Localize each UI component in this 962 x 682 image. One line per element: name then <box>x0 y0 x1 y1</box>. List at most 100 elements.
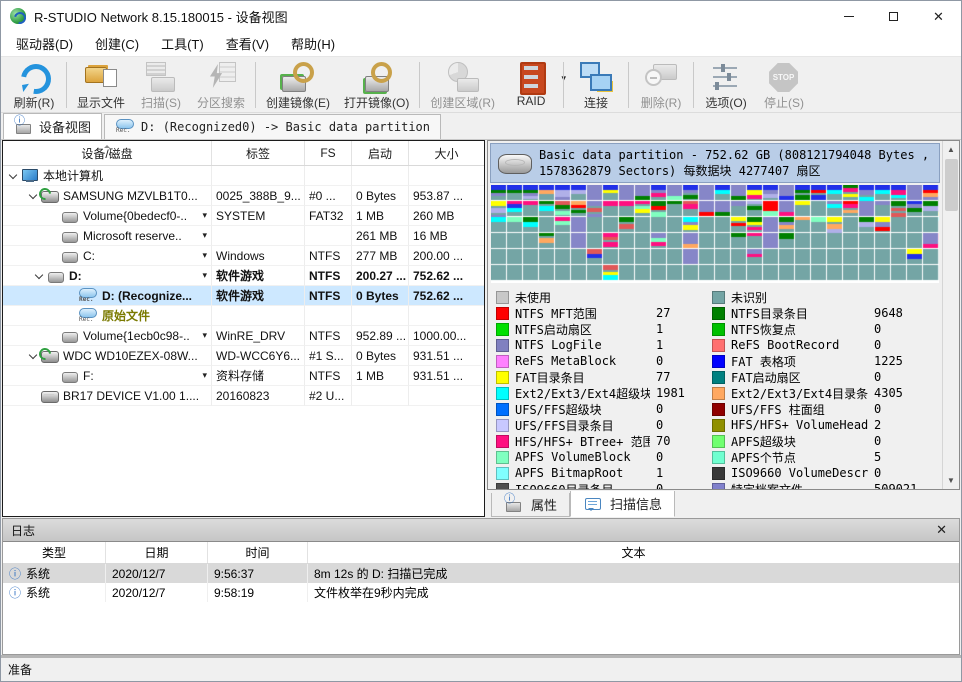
menu-drive[interactable]: 驱动器(D) <box>5 30 84 57</box>
mount-dropdown-icon[interactable]: ▾ <box>202 230 209 241</box>
log-row[interactable]: ⓘ系统 2020/12/7 9:58:19 文件枚举在9秒内完成 <box>3 583 959 602</box>
scan-block-map-wrap[interactable] <box>491 185 939 283</box>
expander-chevron-icon[interactable] <box>33 269 46 282</box>
size-cell: 16 MB <box>409 226 484 246</box>
tab-scan-information[interactable]: 扫描信息 <box>570 491 675 517</box>
legend-count: 509021 <box>874 482 938 490</box>
tree-row[interactable]: Microsoft reserve.. ▾ 261 MB 16 MB <box>3 226 484 246</box>
open-image-button[interactable]: 打开镜像(O) <box>337 59 416 111</box>
tree-row[interactable]: D: (Recognize... 软件游戏 NTFS 0 Bytes 752.6… <box>3 286 484 306</box>
legend-swatch <box>496 323 509 336</box>
refresh-button[interactable]: 刷新(R) <box>5 59 63 111</box>
legend-count: 9648 <box>874 306 938 320</box>
expander-chevron-icon[interactable] <box>7 169 20 182</box>
tree-row[interactable]: 本地计算机 <box>3 166 484 186</box>
legend-swatch <box>496 291 509 304</box>
tree-row[interactable]: Volume{1ecb0c98-.. ▾ WinRE_DRV NTFS 952.… <box>3 326 484 346</box>
maximize-button[interactable] <box>871 1 916 31</box>
toolbar-label: 停止(S) <box>764 94 804 111</box>
legend-count: 0 <box>874 434 938 448</box>
column-size[interactable]: 大小 <box>409 141 484 165</box>
legend-label: ReFS BootRecord <box>731 338 839 352</box>
start-cell <box>352 306 409 326</box>
legend-item: ISO9660目录条目 0 <box>496 481 712 490</box>
scan-panel-scrollbar[interactable]: ▲ ▼ <box>942 141 959 489</box>
scroll-thumb[interactable] <box>945 159 958 211</box>
legend-swatch <box>712 435 725 448</box>
log-date-cell: 2020/12/7 <box>106 583 208 602</box>
column-start[interactable]: 启动 <box>352 141 409 165</box>
tab-properties[interactable]: 属性 <box>491 493 570 517</box>
tree-row[interactable]: Volume{0bedecf0-.. ▾ SYSTEM FAT32 1 MB 2… <box>3 206 484 226</box>
toolbar-separator <box>419 62 420 108</box>
menu-create[interactable]: 创建(C) <box>84 30 150 57</box>
device-icon <box>60 208 80 224</box>
tree-row[interactable]: D: ▾ 软件游戏 NTFS 200.27 ... 752.62 ... <box>3 266 484 286</box>
menu-help[interactable]: 帮助(H) <box>280 30 346 57</box>
toolbar-label: 分区搜索 <box>197 94 245 111</box>
tree-row[interactable]: WDC WD10EZEX-08W... WD-WCC6Y6... #1 S...… <box>3 346 484 366</box>
toolbar-label: 刷新(R) <box>14 94 55 111</box>
label-cell: WinRE_DRV <box>212 326 305 346</box>
column-fs[interactable]: FS <box>305 141 352 165</box>
mount-dropdown-icon[interactable]: ▾ <box>202 210 209 221</box>
legend-label: NTFS启动扇区 <box>515 321 592 338</box>
log-column-type[interactable]: 类型 <box>3 542 106 563</box>
scroll-up-icon[interactable]: ▲ <box>943 141 960 158</box>
mount-dropdown-icon[interactable]: ▾ <box>202 250 209 261</box>
tree-row[interactable]: SAMSUNG MZVLB1T0... 0025_388B_9... #0 ..… <box>3 186 484 206</box>
tree-row[interactable]: BR17 DEVICE V1.00 1.... 20160823 #2 U... <box>3 386 484 406</box>
device-name-cell: Volume{0bedecf0-.. ▾ <box>3 206 212 226</box>
mount-dropdown-icon[interactable]: ▾ <box>202 370 209 381</box>
legend-count: 0 <box>874 402 938 416</box>
start-cell <box>352 166 409 186</box>
device-icon <box>46 268 66 284</box>
tree-row[interactable]: C: ▾ Windows NTFS 277 MB 200.00 ... <box>3 246 484 266</box>
column-device[interactable]: 设备/磁盘 <box>3 141 212 165</box>
legend-item: UFS/FFS超级块 0 <box>496 401 712 417</box>
tree-row[interactable]: F: ▾ 资料存储 NTFS 1 MB 931.51 ... <box>3 366 484 386</box>
size-cell: 200.00 ... <box>409 246 484 266</box>
scroll-down-icon[interactable]: ▼ <box>943 472 960 489</box>
column-label[interactable]: 标签 <box>212 141 305 165</box>
legend-count: 1 <box>656 322 712 336</box>
connect-button[interactable]: 连接 <box>567 59 625 111</box>
tab-scan-result[interactable]: D: (Recognized0) -> Basic data partition <box>104 114 441 139</box>
raid-button[interactable]: RAID ▾ <box>502 59 560 111</box>
legend-item: NTFS目录条目 9648 <box>712 305 938 321</box>
legend-count: 0 <box>656 402 712 416</box>
menu-view[interactable]: 查看(V) <box>215 30 280 57</box>
partition-summary: Basic data partition - 752.62 GB (808121… <box>490 143 940 183</box>
close-button[interactable]: ✕ <box>916 1 961 31</box>
legend-swatch <box>712 355 725 368</box>
options-button[interactable]: 选项(O) <box>697 59 755 111</box>
log-column-text[interactable]: 文本 <box>308 542 959 563</box>
legend-count: 4305 <box>874 386 938 400</box>
tab-device-view[interactable]: 设备视图 <box>3 113 102 139</box>
log-row[interactable]: ⓘ系统 2020/12/7 9:56:37 8m 12s 的 D: 扫描已完成 <box>3 564 959 583</box>
legend-item: 特定档案文件 509021 <box>712 481 938 490</box>
minimize-button[interactable] <box>826 1 871 31</box>
log-column-date[interactable]: 日期 <box>106 542 208 563</box>
toolbar-label: 创建区域(R) <box>430 94 495 111</box>
tree-row[interactable]: 原始文件 <box>3 306 484 326</box>
device-name-cell: Microsoft reserve.. ▾ <box>3 226 212 246</box>
bottom-tab-bar: 属性 扫描信息 <box>487 490 960 517</box>
scan-block-map[interactable] <box>491 185 939 281</box>
size-cell: 260 MB <box>409 206 484 226</box>
legend-swatch <box>712 387 725 400</box>
menu-tools[interactable]: 工具(T) <box>150 30 215 57</box>
mount-dropdown-icon[interactable]: ▾ <box>202 270 209 281</box>
scan-info-panel: Basic data partition - 752.62 GB (808121… <box>487 140 960 490</box>
legend-swatch <box>712 403 725 416</box>
device-icon <box>60 248 80 264</box>
log-close-icon[interactable]: ✕ <box>932 522 951 538</box>
log-column-time[interactable]: 时间 <box>208 542 308 563</box>
create-image-button[interactable]: 创建镜像(E) <box>259 59 337 111</box>
legend-label: 未识别 <box>731 289 767 306</box>
mount-dropdown-icon[interactable]: ▾ <box>202 330 209 341</box>
legend-count: 0 <box>874 338 938 352</box>
show-files-button[interactable]: 显示文件 <box>70 59 132 111</box>
legend-swatch <box>712 483 725 490</box>
toolbar-separator <box>66 62 67 108</box>
